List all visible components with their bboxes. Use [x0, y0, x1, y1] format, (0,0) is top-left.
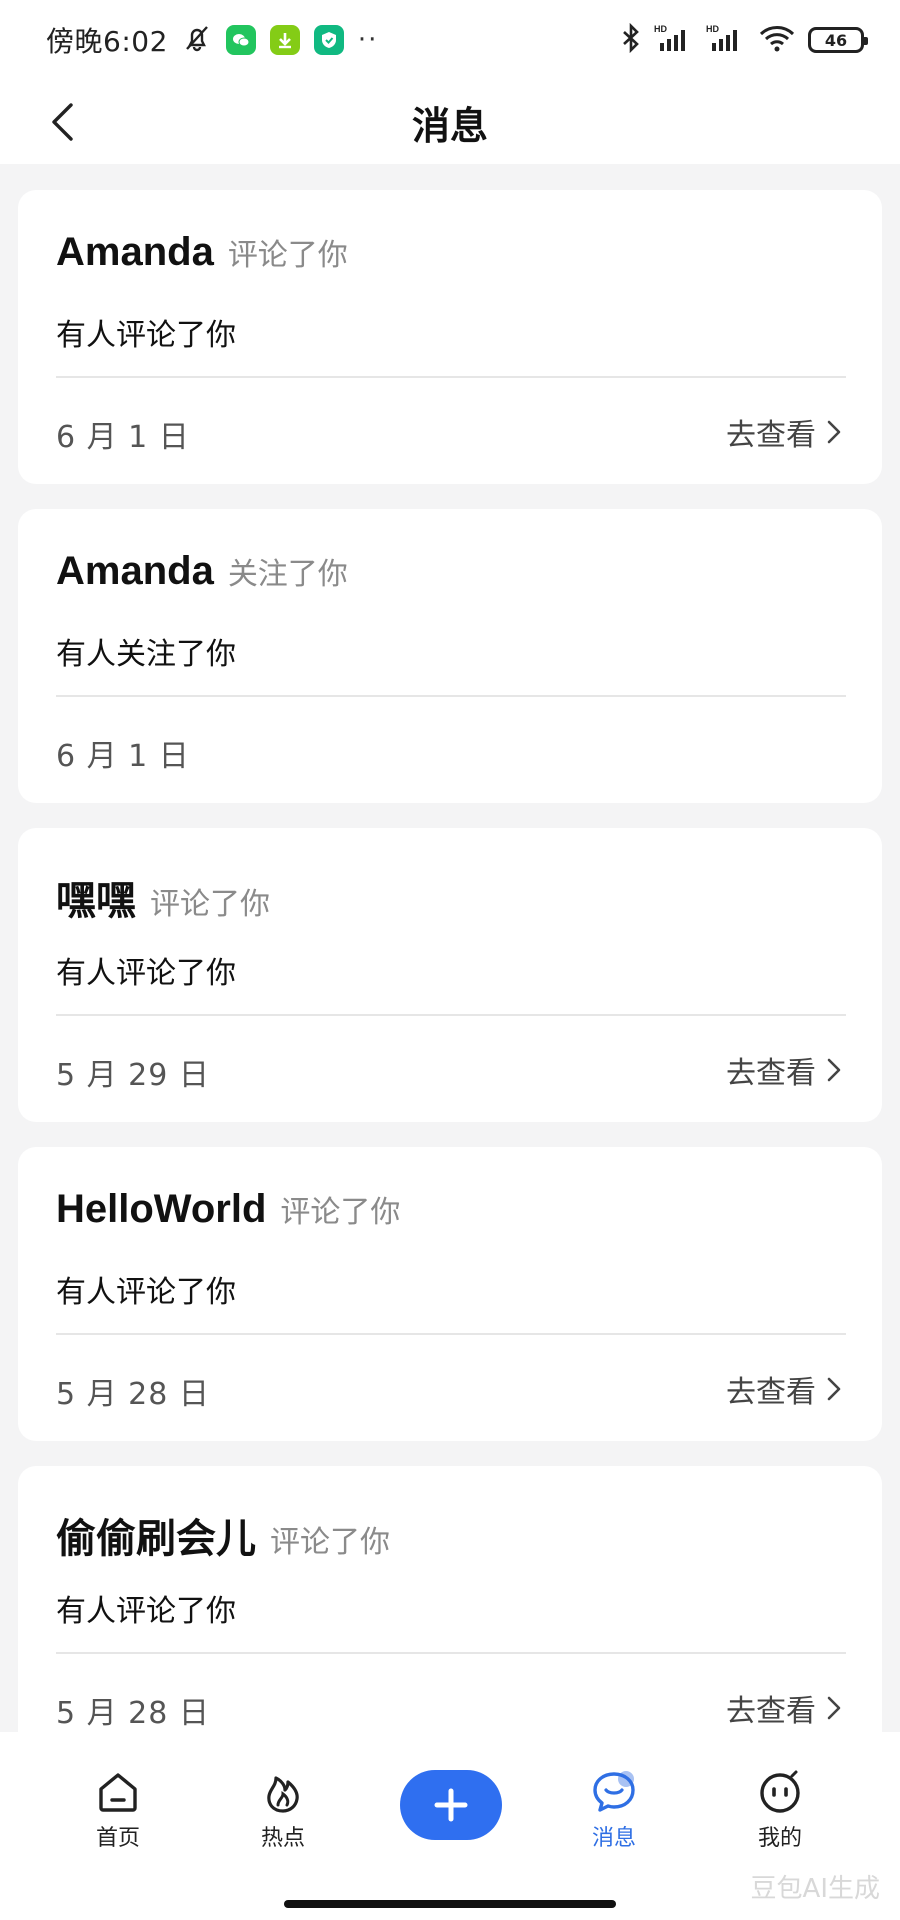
watermark: 豆包AI生成 [750, 1874, 880, 1904]
nav-hot[interactable]: 热点 [223, 1768, 343, 1852]
message-card[interactable]: Amanda 评论了你 有人评论了你 6 月 1 日 去查看 [18, 190, 882, 484]
wechat-icon [225, 25, 256, 55]
nav-hot-label: 热点 [260, 1826, 305, 1851]
message-body: 有人评论了你 [56, 1594, 236, 1629]
message-list: Amanda 评论了你 有人评论了你 6 月 1 日 去查看 Amanda 关注… [18, 190, 882, 1785]
nav-mine[interactable]: 我的 [720, 1768, 840, 1852]
plus-icon [434, 1788, 468, 1822]
message-body: 有人关注了你 [56, 637, 236, 672]
nav-messages[interactable]: 消息 [554, 1768, 674, 1852]
back-button[interactable] [38, 98, 86, 146]
home-indicator[interactable] [284, 1900, 616, 1908]
view-link[interactable]: 去查看 [726, 410, 842, 454]
wifi-icon [758, 23, 796, 57]
divider [56, 1652, 846, 1654]
chevron-right-icon [827, 1377, 841, 1401]
chat-bubble-icon [593, 1771, 635, 1812]
message-action: 关注了你 [227, 557, 348, 592]
message-date: 5 月 28 日 [56, 1696, 210, 1731]
nav-home[interactable]: 首页 [58, 1768, 178, 1852]
bell-off-icon [182, 23, 212, 57]
download-app-icon [269, 25, 300, 55]
message-action: 评论了你 [280, 1195, 401, 1230]
divider [56, 695, 846, 697]
more-notifications: ·· [357, 25, 379, 55]
chevron-right-icon [827, 1696, 841, 1720]
divider [56, 376, 846, 378]
message-action: 评论了你 [227, 238, 348, 273]
view-link-label: 去查看 [726, 1694, 816, 1729]
message-card[interactable]: 嘿嘿 评论了你 有人评论了你 5 月 29 日 去查看 [18, 828, 882, 1122]
view-link-label: 去查看 [726, 1056, 816, 1091]
message-date: 5 月 28 日 [56, 1377, 210, 1412]
message-date: 5 月 29 日 [56, 1058, 210, 1093]
sender-name[interactable]: 偷偷刷会儿 [56, 1506, 256, 1564]
svg-text:HD: HD [706, 24, 719, 34]
status-time: 傍晚6:02 [46, 25, 168, 58]
nav-home-label: 首页 [95, 1826, 140, 1851]
sender-name[interactable]: 嘿嘿 [56, 868, 136, 926]
chevron-right-icon [827, 420, 841, 444]
message-card[interactable]: HelloWorld 评论了你 有人评论了你 5 月 28 日 去查看 [18, 1147, 882, 1441]
bluetooth-icon [620, 22, 642, 57]
message-card[interactable]: 偷偷刷会儿 评论了你 有人评论了你 5 月 28 日 去查看 [18, 1466, 882, 1760]
message-body: 有人评论了你 [56, 1275, 236, 1310]
message-date: 6 月 1 日 [56, 739, 190, 774]
sender-name[interactable]: Amanda [56, 549, 214, 594]
nav-mine-label: 我的 [757, 1826, 802, 1851]
battery-level: 46 [824, 30, 848, 50]
sender-name[interactable]: Amanda [56, 230, 214, 275]
message-date: 6 月 1 日 [56, 420, 190, 455]
view-link[interactable]: 去查看 [726, 1367, 842, 1411]
chevron-right-icon [827, 1058, 841, 1082]
flame-icon [267, 1776, 299, 1813]
message-action: 评论了你 [150, 887, 270, 922]
shield-app-icon [313, 25, 344, 55]
view-link-label: 去查看 [726, 418, 816, 453]
page-title: 消息 [411, 103, 488, 148]
home-icon [99, 1773, 137, 1812]
add-post-button[interactable] [400, 1770, 502, 1840]
divider [56, 1014, 846, 1016]
signal-icon: HD [706, 23, 746, 57]
face-icon [760, 1770, 800, 1813]
message-card[interactable]: Amanda 关注了你 有人关注了你 6 月 1 日 [18, 509, 882, 803]
chevron-left-icon [52, 103, 73, 141]
message-action: 评论了你 [270, 1525, 390, 1560]
view-link[interactable]: 去查看 [726, 1686, 842, 1730]
battery-icon: 46 [808, 27, 868, 53]
message-body: 有人评论了你 [56, 318, 236, 353]
svg-text:HD: HD [654, 24, 667, 34]
view-link[interactable]: 去查看 [726, 1048, 842, 1092]
signal-icon: HD [654, 23, 694, 57]
status-bar: 傍晚6:02 ·· HD HD 46 [0, 0, 900, 80]
nav-messages-label: 消息 [591, 1826, 636, 1851]
message-body: 有人评论了你 [56, 956, 236, 991]
divider [56, 1333, 846, 1335]
header: 消息 [0, 80, 900, 164]
sender-name[interactable]: HelloWorld [56, 1187, 266, 1232]
view-link-label: 去查看 [726, 1375, 816, 1410]
